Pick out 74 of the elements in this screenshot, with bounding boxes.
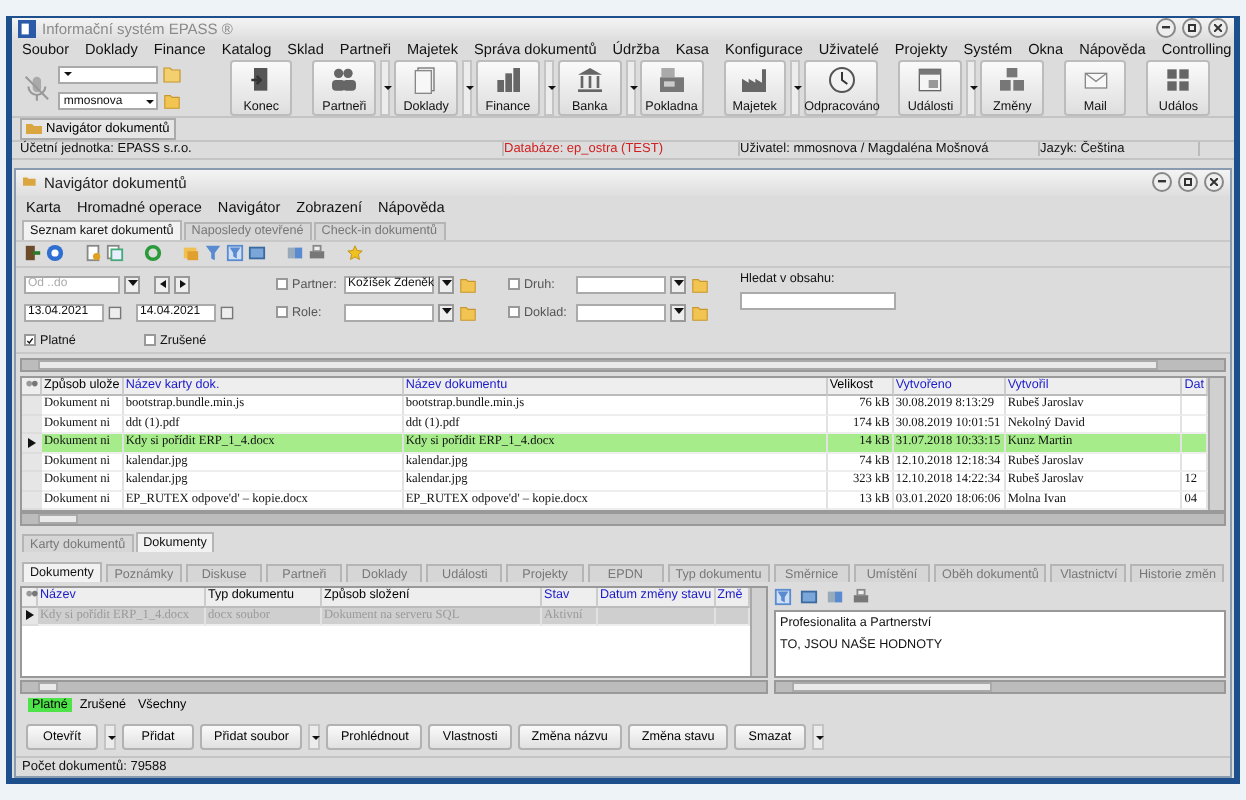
people-icon [328,63,361,96]
app-logo-icon [18,19,36,38]
close-button[interactable] [1204,172,1224,192]
row-pointer-icon [26,610,34,621]
checkbox[interactable] [144,334,156,346]
window-icon[interactable] [800,588,818,606]
caret-icon [441,308,451,316]
folder-icon [26,122,42,135]
table-cell [1182,434,1208,453]
help-icon[interactable] [46,244,64,262]
dropdown-button[interactable] [124,275,140,293]
new-document-icon[interactable] [84,244,102,262]
folder-icon[interactable] [161,92,182,111]
folder-icon [22,175,38,189]
star-icon[interactable] [346,244,364,262]
factory-icon [738,63,771,96]
printer-icon[interactable] [852,588,870,606]
dropdown-button[interactable] [438,303,454,321]
minimize-button[interactable] [1152,172,1172,192]
exit-icon[interactable] [24,244,42,262]
refresh-icon[interactable] [144,244,162,262]
row-header[interactable] [22,434,42,453]
checkbox[interactable] [508,278,520,290]
next-button[interactable] [174,275,190,293]
caret-icon [673,308,683,316]
scrollbar-thumb[interactable] [38,514,78,524]
scrollbar-thumb[interactable] [792,682,992,692]
chart-icon [491,63,524,96]
maximize-button[interactable] [1182,18,1202,39]
cash-register-icon [655,63,688,96]
filter-icon[interactable] [226,244,244,262]
dropdown-button[interactable] [104,723,116,749]
window-icon[interactable] [248,244,266,262]
scrollbar-thumb[interactable] [38,682,58,692]
dropdown-button[interactable] [811,723,824,749]
maximize-icon [1188,24,1196,33]
checkbox[interactable] [24,334,36,346]
filter-icon[interactable] [774,588,792,606]
row-pointer-icon [28,437,36,448]
vertical-scrollbar[interactable] [1208,377,1224,510]
dropdown-button[interactable] [670,303,686,321]
checkbox[interactable] [276,278,288,290]
checkbox[interactable] [508,306,520,318]
close-icon [1214,24,1222,33]
close-icon [1210,178,1218,186]
minimize-icon [1162,26,1170,31]
maximize-button[interactable] [1178,172,1198,192]
user-dropdown[interactable] [57,65,158,84]
search-field[interactable] [740,291,896,309]
dropdown-button[interactable] [438,275,454,293]
previous-button[interactable] [154,275,170,293]
table-cell [1182,396,1208,415]
cubes-icon [996,63,1029,96]
grid-icon [1162,63,1195,96]
caret-icon [127,280,137,288]
caret-icon [179,280,185,288]
maximize-icon [1184,178,1192,186]
clock-icon [825,63,858,96]
dropdown-button[interactable] [670,275,686,293]
caret-icon [159,280,165,288]
funnel-icon[interactable] [204,244,222,262]
checkmark-icon [26,335,34,345]
vertical-scrollbar[interactable] [750,588,766,676]
printer-icon[interactable] [308,244,326,262]
dropdown-button[interactable] [308,723,321,749]
caret-icon [441,280,451,288]
bank-icon [573,63,606,96]
checkbox[interactable] [276,306,288,318]
copy-document-icon[interactable] [106,244,124,262]
scrollbar-thumb[interactable] [38,359,1158,369]
close-button[interactable] [1208,18,1228,39]
minimize-button[interactable] [1156,18,1176,39]
minimize-icon [1158,180,1166,184]
caret-icon [673,280,683,288]
